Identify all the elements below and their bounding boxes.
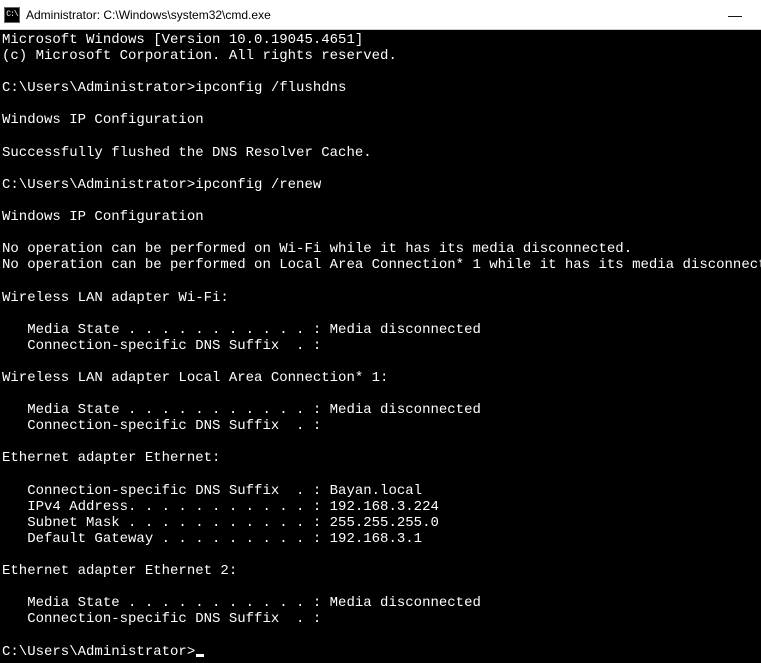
adapter-ethernet-ipv4: IPv4 Address. . . . . . . . . . . : 192.… xyxy=(2,499,439,515)
adapter-lac1-dns-suffix: Connection-specific DNS Suffix . : xyxy=(2,418,321,434)
adapter-ethernet-gateway: Default Gateway . . . . . . . . . : 192.… xyxy=(2,531,422,547)
command-renew: ipconfig /renew xyxy=(195,177,321,193)
titlebar[interactable]: C:\ Administrator: C:\Windows\system32\c… xyxy=(0,0,761,30)
os-version-line: Microsoft Windows [Version 10.0.19045.46… xyxy=(2,32,363,48)
window-controls: — xyxy=(713,1,757,29)
no-op-lac1-message: No operation can be performed on Local A… xyxy=(2,257,761,273)
adapter-ethernet2-header: Ethernet adapter Ethernet 2: xyxy=(2,563,237,579)
terminal-output[interactable]: Microsoft Windows [Version 10.0.19045.46… xyxy=(0,30,761,663)
adapter-ethernet-subnet: Subnet Mask . . . . . . . . . . . : 255.… xyxy=(2,515,439,531)
command-flushdns: ipconfig /flushdns xyxy=(195,80,346,96)
window-title: Administrator: C:\Windows\system32\cmd.e… xyxy=(26,8,713,22)
text-cursor xyxy=(196,654,204,657)
flush-success-message: Successfully flushed the DNS Resolver Ca… xyxy=(2,145,372,161)
adapter-lac1-media-state: Media State . . . . . . . . . . . : Medi… xyxy=(2,402,481,418)
adapter-ethernet2-dns-suffix: Connection-specific DNS Suffix . : xyxy=(2,611,321,627)
adapter-ethernet2-media-state: Media State . . . . . . . . . . . : Medi… xyxy=(2,595,481,611)
adapter-ethernet-header: Ethernet adapter Ethernet: xyxy=(2,450,220,466)
ip-config-header: Windows IP Configuration xyxy=(2,209,204,225)
adapter-lac1-header: Wireless LAN adapter Local Area Connecti… xyxy=(2,370,388,386)
adapter-ethernet-dns-suffix: Connection-specific DNS Suffix . : Bayan… xyxy=(2,483,422,499)
adapter-wifi-media-state: Media State . . . . . . . . . . . : Medi… xyxy=(2,322,481,338)
no-op-wifi-message: No operation can be performed on Wi-Fi w… xyxy=(2,241,632,257)
prompt-path: C:\Users\Administrator> xyxy=(2,644,195,660)
ip-config-header: Windows IP Configuration xyxy=(2,112,204,128)
minimize-button[interactable]: — xyxy=(713,1,757,29)
cmd-app-icon: C:\ xyxy=(4,7,20,23)
prompt-path: C:\Users\Administrator> xyxy=(2,80,195,96)
adapter-wifi-dns-suffix: Connection-specific DNS Suffix . : xyxy=(2,338,321,354)
prompt-path: C:\Users\Administrator> xyxy=(2,177,195,193)
os-copyright-line: (c) Microsoft Corporation. All rights re… xyxy=(2,48,397,64)
adapter-wifi-header: Wireless LAN adapter Wi-Fi: xyxy=(2,290,229,306)
